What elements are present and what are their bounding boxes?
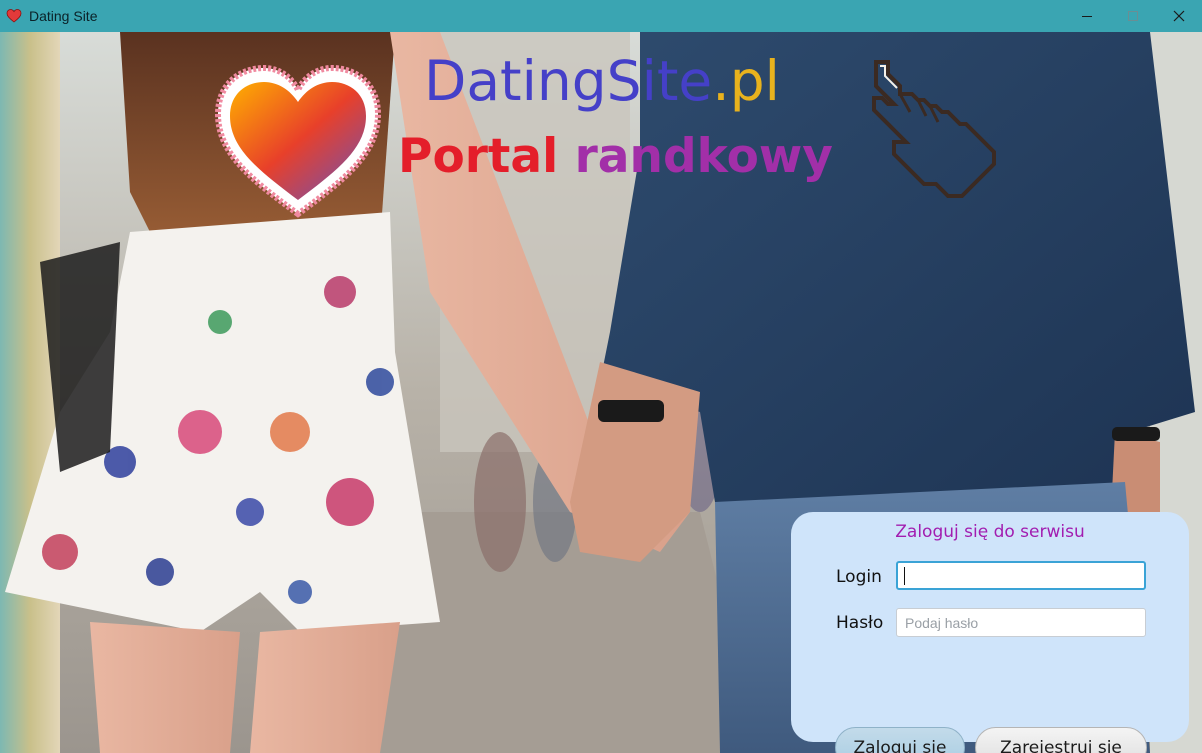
password-input[interactable] <box>896 608 1146 637</box>
password-label: Hasło <box>836 613 884 633</box>
site-name-main: DatingSite <box>424 49 713 113</box>
login-label: Login <box>836 567 882 587</box>
login-button[interactable]: Zaloguj się <box>835 727 965 753</box>
heart-logo-icon <box>214 64 382 218</box>
close-icon <box>1173 10 1185 22</box>
close-button[interactable] <box>1156 0 1202 32</box>
maximize-button[interactable] <box>1110 0 1156 32</box>
heart-icon <box>6 8 22 24</box>
login-panel-title: Zaloguj się do serwisu <box>895 522 1085 542</box>
site-name-tld: .pl <box>712 49 780 113</box>
text-caret <box>904 567 905 585</box>
minimize-button[interactable] <box>1064 0 1110 32</box>
tagline: Portal randkowy <box>398 126 833 188</box>
login-panel: Zaloguj się do serwisu Login Hasło Zalog… <box>791 512 1189 753</box>
tagline-word-1: Portal <box>398 129 559 184</box>
window-controls <box>1064 0 1202 32</box>
site-name: DatingSite.pl <box>424 49 780 113</box>
minimize-icon <box>1082 16 1092 17</box>
hand-cursor-icon <box>872 60 996 198</box>
register-button[interactable]: Zarejestruj się <box>975 727 1147 753</box>
main-content: DatingSite.pl Portal randkowy Zaloguj si… <box>0 32 1202 753</box>
app-window: Dating Site DatingSite.pl Portal randkow… <box>0 0 1202 753</box>
login-input[interactable] <box>896 561 1146 590</box>
tagline-word-2: randkowy <box>574 129 833 184</box>
window-title: Dating Site <box>29 8 98 24</box>
maximize-icon <box>1128 11 1138 21</box>
title-bar[interactable]: Dating Site <box>0 0 1202 32</box>
